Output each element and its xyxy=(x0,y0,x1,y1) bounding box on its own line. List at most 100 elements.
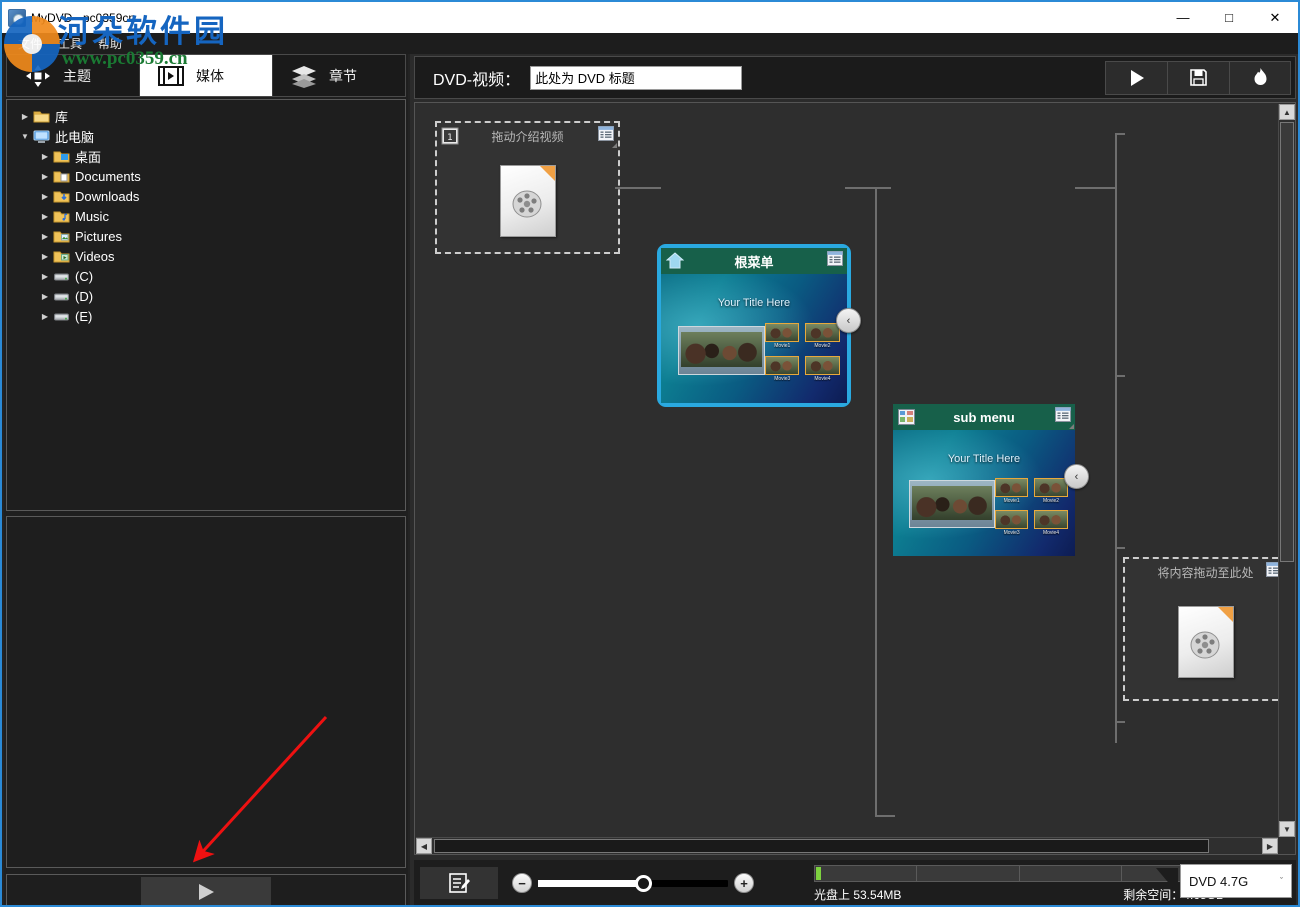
folder-music-icon xyxy=(53,211,70,222)
zoom-slider-fill xyxy=(538,879,643,887)
dvd-video-label: DVD-视频： xyxy=(433,71,521,89)
connector-line xyxy=(1115,133,1125,135)
page-fold xyxy=(539,165,555,181)
chevron-right-icon[interactable]: ▶ xyxy=(37,268,53,284)
movie-thumb[interactable]: Movie3 xyxy=(765,355,800,385)
movie-thumb-label: Movie1 xyxy=(1003,497,1020,504)
menu-canvas[interactable]: 1 拖动介绍视频 根菜单 Your Title Here Movie1 Movi… xyxy=(414,102,1296,855)
tree-item-documents[interactable]: ▶ Documents xyxy=(7,166,405,186)
minimize-button[interactable]: — xyxy=(1160,2,1206,33)
root-menu-thumbs: Movie1 Movie2 Movie3 Movie4 xyxy=(765,323,840,385)
root-menu-preview: Your Title Here Movie1 Movie2 Movie3 Mov… xyxy=(661,274,847,403)
home-icon[interactable] xyxy=(666,252,684,269)
close-button[interactable]: ✕ xyxy=(1252,2,1298,33)
play-triangle-icon xyxy=(199,884,214,900)
mydvd-window: MyDVD - pc0359cn — □ ✕ 文件 工具 帮助 主题 媒体 章节… xyxy=(0,0,1300,907)
content-dropzone[interactable]: 将内容拖动至此处 xyxy=(1123,557,1288,701)
canvas-horizontal-scrollbar[interactable]: ◀ ▶ xyxy=(416,837,1278,854)
chevron-right-icon[interactable]: ▶ xyxy=(37,248,53,264)
movie-thumb[interactable]: Movie2 xyxy=(1034,477,1068,506)
movie-thumb[interactable]: Movie1 xyxy=(765,323,800,352)
root-menu-card[interactable]: 根菜单 Your Title Here Movie1 Movie2 Movie3… xyxy=(657,244,861,407)
preview-play-bar xyxy=(6,874,406,905)
tab-media-label: 媒体 xyxy=(196,67,224,84)
movie-thumb[interactable]: Movie2 xyxy=(805,323,840,352)
tree-item-library[interactable]: ▶ 库 xyxy=(7,106,405,126)
preview-play-button[interactable] xyxy=(141,877,271,905)
connector-line xyxy=(1115,721,1125,723)
maximize-button[interactable]: □ xyxy=(1206,2,1252,33)
media-tree-panel[interactable]: ▶ 库 ▼ 此电脑 ▶ 桌面 ▶ Documents ▶ Downloads ▶… xyxy=(6,99,406,511)
toolbar-burn-button[interactable] xyxy=(1229,60,1291,95)
movie-thumb[interactable]: Movie4 xyxy=(805,355,840,385)
movie-thumb[interactable]: Movie1 xyxy=(994,477,1029,506)
chevron-right-icon[interactable]: ▶ xyxy=(37,168,53,184)
scroll-up-button[interactable]: ▲ xyxy=(1279,104,1295,120)
zoom-out-button[interactable]: − xyxy=(512,873,532,893)
tab-theme-label: 主题 xyxy=(63,67,91,84)
tree-item-music[interactable]: ▶ Music xyxy=(7,206,405,226)
chevron-down-icon[interactable]: ▼ xyxy=(17,128,33,144)
movie-thumb-label: Movie1 xyxy=(774,343,791,350)
folder-videos-icon xyxy=(53,251,70,262)
menu-tools[interactable]: 工具 xyxy=(50,33,90,54)
sub-menu-card[interactable]: sub menu Your Title Here Movie1 Movie2 M… xyxy=(893,404,1089,556)
intro-video-dropzone[interactable]: 1 拖动介绍视频 xyxy=(435,121,620,254)
tree-item-this-pc[interactable]: ▼ 此电脑 xyxy=(7,126,405,146)
menu-list-icon[interactable] xyxy=(1055,407,1071,422)
floppy-disk-icon xyxy=(1190,69,1207,86)
tree-item-desktop[interactable]: ▶ 桌面 xyxy=(7,146,405,166)
dropzone-header: 将内容拖动至此处 xyxy=(1125,559,1286,585)
chevron-right-icon[interactable]: ▶ xyxy=(37,308,53,324)
tree-item-drive-c[interactable]: ▶ (C) xyxy=(7,266,405,286)
tree-item-label: (E) xyxy=(75,308,93,324)
zoom-slider-thumb[interactable] xyxy=(634,874,652,892)
tree-item-videos[interactable]: ▶ Videos xyxy=(7,246,405,266)
menu-file[interactable]: 文件 xyxy=(10,33,50,54)
disc-used-label: 光盘上 53.54MB xyxy=(814,888,902,902)
movie-thumb[interactable]: Movie3 xyxy=(994,510,1029,538)
chevron-right-icon[interactable]: ▶ xyxy=(37,148,53,164)
tab-media[interactable]: 媒体 xyxy=(140,55,273,96)
menu-help[interactable]: 帮助 xyxy=(90,33,130,54)
menu-list-icon[interactable] xyxy=(598,126,614,141)
computer-icon xyxy=(33,130,50,143)
tab-chapters[interactable]: 章节 xyxy=(273,55,405,96)
play-triangle-icon xyxy=(1130,69,1144,86)
tree-item-downloads[interactable]: ▶ Downloads xyxy=(7,186,405,206)
vertical-scroll-thumb[interactable] xyxy=(1280,122,1294,562)
root-menu-title: 根菜单 xyxy=(734,254,774,270)
movie-thumb[interactable]: Movie4 xyxy=(1034,510,1068,538)
chevron-right-icon[interactable]: ▶ xyxy=(37,288,53,304)
chevron-right-icon[interactable]: ▶ xyxy=(37,208,53,224)
tree-item-drive-e[interactable]: ▶ (E) xyxy=(7,306,405,326)
tab-theme[interactable]: 主题 xyxy=(7,55,140,96)
root-menu-collapse-button[interactable]: ‹ xyxy=(836,308,861,333)
tree-item-drive-d[interactable]: ▶ (D) xyxy=(7,286,405,306)
canvas-vertical-scrollbar[interactable]: ▲ ▼ xyxy=(1278,104,1295,837)
toolbar-save-button[interactable] xyxy=(1167,60,1229,95)
menu-list-icon[interactable] xyxy=(827,251,843,266)
folder-downloads-icon xyxy=(53,191,70,202)
dropzone-header: 1 拖动介绍视频 xyxy=(437,123,618,149)
movie-thumb-label: Movie3 xyxy=(774,376,791,383)
chevron-right-icon[interactable]: ▶ xyxy=(37,188,53,204)
chevron-right-icon[interactable]: ▶ xyxy=(37,228,53,244)
dvd-title-input[interactable] xyxy=(530,65,743,90)
sub-menu-collapse-button[interactable]: ‹ xyxy=(1064,464,1089,489)
disc-type-select[interactable]: DVD 4.7G ˇ xyxy=(1180,864,1292,898)
zoom-in-button[interactable]: + xyxy=(734,873,754,893)
zoom-slider[interactable] xyxy=(538,874,728,892)
scroll-down-button[interactable]: ▼ xyxy=(1279,821,1295,837)
scroll-left-button[interactable]: ◀ xyxy=(416,838,432,854)
tree-item-pictures[interactable]: ▶ Pictures xyxy=(7,226,405,246)
media-tree: ▶ 库 ▼ 此电脑 ▶ 桌面 ▶ Documents ▶ Downloads ▶… xyxy=(7,100,405,326)
disc-type-value: DVD 4.7G xyxy=(1189,873,1249,889)
edit-menu-button[interactable] xyxy=(420,867,498,899)
grid-icon[interactable] xyxy=(898,409,915,425)
scroll-right-button[interactable]: ▶ xyxy=(1262,838,1278,854)
tree-item-label: 库 xyxy=(55,109,69,125)
toolbar-preview-button[interactable] xyxy=(1105,60,1167,95)
chevron-right-icon[interactable]: ▶ xyxy=(17,108,33,124)
horizontal-scroll-thumb[interactable] xyxy=(434,839,1209,853)
